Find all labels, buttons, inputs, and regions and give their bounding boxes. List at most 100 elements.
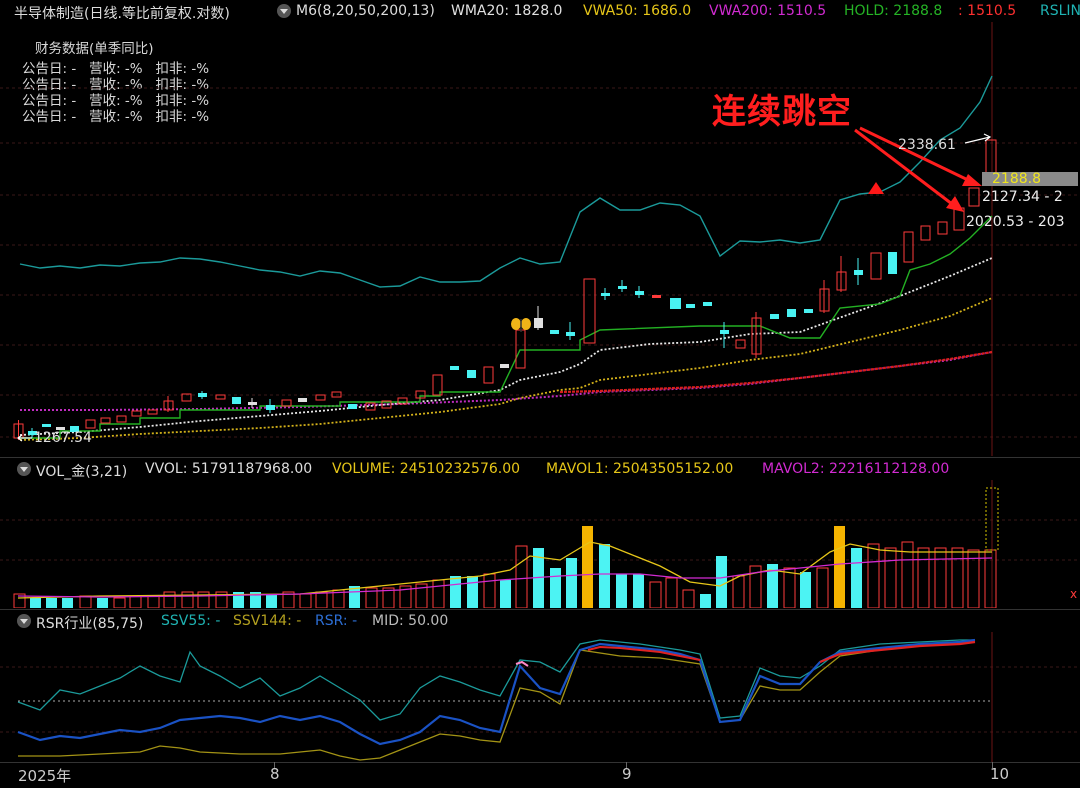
candle	[116, 415, 127, 423]
rsr-line	[17, 638, 976, 746]
candle	[483, 366, 494, 384]
volume-bar	[483, 573, 496, 608]
chart-title: 半导体制造(日线.等比前复权.对数)	[14, 6, 230, 22]
candle	[968, 187, 980, 207]
volume-bar	[79, 595, 92, 608]
volume-bar	[732, 575, 745, 608]
high-price-label: 2338.61	[898, 137, 956, 153]
candle	[601, 288, 610, 300]
annotation-text: 连续跳空	[712, 92, 852, 132]
xaxis-tick	[992, 762, 993, 768]
volume-bar	[616, 574, 627, 608]
volume-bar	[62, 598, 73, 608]
volume-value: VOLUME: 24510232576.00	[332, 461, 521, 477]
xaxis-divider	[0, 762, 1080, 763]
candle	[85, 419, 96, 429]
butterfly-icon	[511, 318, 531, 332]
volume-bar	[129, 595, 142, 608]
candle	[42, 424, 51, 427]
volume-bar	[566, 558, 577, 608]
candle	[534, 306, 543, 330]
candle	[618, 280, 627, 292]
volume-bar	[467, 576, 478, 608]
wma20-value: WMA20: 1828.0	[451, 3, 563, 19]
candle	[735, 339, 746, 349]
candle	[163, 396, 174, 412]
hold-line	[20, 215, 993, 439]
vol-label[interactable]: VOL_金(3,21)	[36, 461, 127, 480]
candle	[298, 398, 307, 402]
dropdown-circle-icon[interactable]	[277, 4, 291, 18]
candle	[670, 298, 681, 309]
volume-bar	[599, 544, 610, 608]
candle	[787, 309, 796, 317]
candle	[888, 252, 897, 274]
volume-bar	[834, 526, 845, 608]
hold-extra-value: : 1510.5	[958, 3, 1017, 19]
volume-bar	[800, 572, 811, 608]
volume-bar	[550, 568, 561, 608]
scroll-marker: x	[1070, 587, 1077, 601]
volume-bar	[299, 593, 312, 608]
dropdown-circle-icon[interactable]	[17, 614, 31, 628]
volume-bar	[113, 597, 126, 608]
low-price-label: 1267.54	[34, 430, 92, 446]
price-chart[interactable]	[0, 22, 1080, 456]
volume-bar	[682, 589, 695, 608]
candle	[937, 221, 948, 235]
volume-bar	[783, 567, 796, 608]
vwa200-value: VWA200: 1510.5	[709, 3, 827, 19]
volume-bar	[582, 526, 593, 608]
candle	[652, 295, 661, 298]
volume-bar	[432, 579, 445, 608]
candle	[751, 312, 762, 358]
candle	[248, 398, 257, 408]
volume-bar	[917, 547, 930, 608]
volume-bar	[500, 580, 511, 608]
rsr-value: RSR: -	[315, 613, 358, 629]
rsr-chart[interactable]	[0, 632, 1080, 762]
candle	[266, 399, 275, 413]
volume-bar	[867, 543, 880, 608]
volume-bar	[315, 591, 328, 608]
volume-bar	[450, 576, 461, 608]
main-indicator-bar: 半导体制造(日线.等比前复权.对数) M6(8,20,50,200,13) WM…	[0, 0, 1080, 22]
price-label-p2: 2020.53 - 203	[966, 214, 1065, 230]
volume-chart[interactable]: x	[0, 480, 1080, 608]
dropdown-circle-icon[interactable]	[17, 462, 31, 476]
candle	[315, 394, 326, 401]
candle	[500, 364, 509, 368]
candle	[635, 286, 644, 298]
rslin-label: RSLIN	[1040, 3, 1080, 19]
volume-bar	[716, 556, 727, 608]
volume-bar	[97, 598, 108, 608]
candle	[854, 258, 863, 285]
candle	[131, 410, 142, 417]
volume-bar	[30, 598, 41, 608]
volume-bar	[266, 594, 277, 608]
volume-bar	[147, 595, 160, 608]
candle	[870, 252, 882, 280]
volume-bar	[46, 598, 57, 608]
candle	[920, 225, 931, 241]
candle	[281, 399, 292, 407]
ssv55-value: SSV55: -	[161, 613, 221, 629]
candle	[819, 280, 830, 313]
volume-bar	[515, 545, 528, 608]
candle	[467, 370, 476, 378]
hold-price-tag: 2188.8	[982, 172, 1078, 186]
candle	[198, 391, 207, 399]
rsr-label[interactable]: RSR行业(85,75)	[36, 613, 143, 632]
mid-value: MID: 50.00	[372, 613, 449, 629]
xaxis-label: 2025年	[18, 767, 72, 785]
volume-bar	[649, 581, 662, 608]
vvol-value: VVOL: 51791187968.00	[145, 461, 313, 477]
m6-label[interactable]: M6(8,20,50,200,13)	[296, 3, 435, 19]
candle	[515, 329, 526, 369]
volume-bar	[816, 567, 829, 608]
volume-bar	[700, 594, 711, 608]
volume-bar	[633, 574, 644, 608]
rsr-pink-segment	[515, 660, 529, 667]
xaxis-tick	[274, 762, 275, 768]
candle	[147, 409, 158, 415]
